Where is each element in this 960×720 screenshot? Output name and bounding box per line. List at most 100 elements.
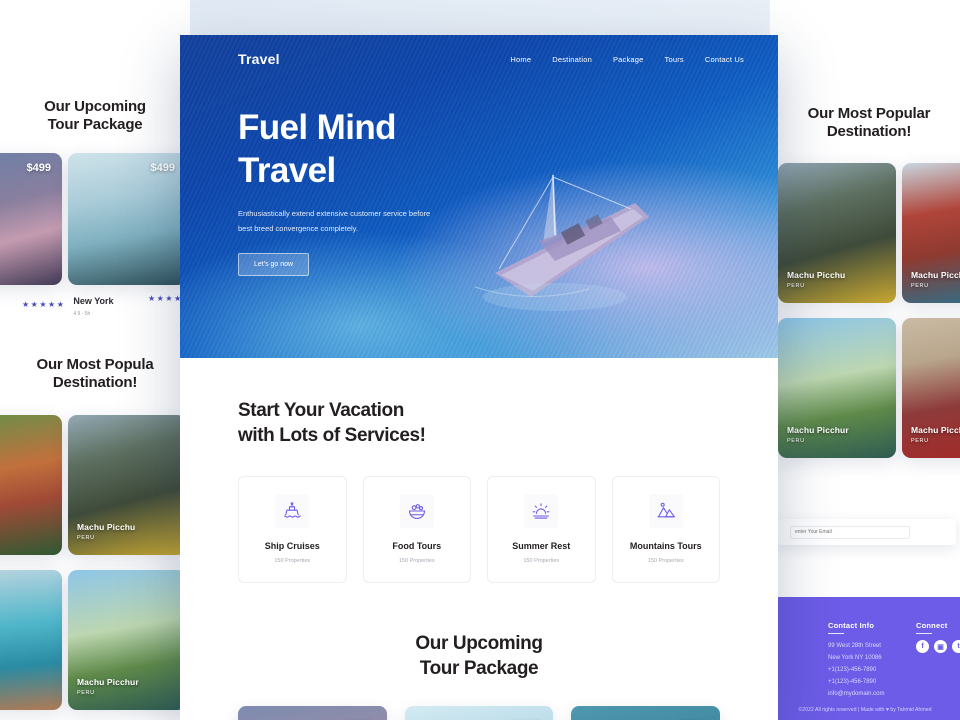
- hero-subtitle-line2: best breed convergence completely.: [238, 224, 358, 234]
- facebook-icon[interactable]: f: [916, 640, 929, 653]
- package-card[interactable]: $499: [238, 706, 387, 720]
- bg-destination-card[interactable]: [0, 570, 62, 710]
- mountains-icon: [648, 494, 683, 529]
- nav-item-package[interactable]: Package: [613, 55, 644, 64]
- navbar: Travel Home Destination Package Tours Co…: [180, 35, 778, 67]
- bg-destination-caption: Machu Picchu PERU: [787, 270, 845, 289]
- service-name: Summer Rest: [512, 541, 571, 552]
- service-card-ship-cruises[interactable]: Ship Cruises 150 Properties: [238, 476, 347, 584]
- sunset-icon: [524, 494, 559, 529]
- hero-subtitle-line1: Enthusiastically extend extensive custom…: [238, 209, 431, 219]
- services-title: Start Your Vacation with Lots of Service…: [238, 398, 720, 448]
- service-name: Food Tours: [392, 541, 442, 552]
- packages-title-line2: Tour Package: [419, 658, 539, 680]
- bg-destination-card[interactable]: Machu Picchur PERU: [778, 318, 896, 458]
- nav-item-home[interactable]: Home: [510, 55, 531, 64]
- hero-cta-button[interactable]: Let's go now: [238, 253, 310, 277]
- service-name: Mountains Tours: [629, 541, 702, 552]
- packages-title-line1: Our Upcoming: [415, 633, 543, 655]
- nav-item-tours[interactable]: Tours: [665, 55, 684, 64]
- bg-destination-title: Machu Picchu: [911, 425, 960, 435]
- footer-connect-column: Connect f ▣ t: [916, 621, 960, 653]
- main-page-mockup: Travel Home Destination Package Tours Co…: [180, 35, 778, 720]
- bg-destination-country: PERU: [787, 283, 805, 289]
- bg-destination-title: Machu Picchu: [787, 270, 846, 280]
- newsletter-box: [778, 519, 956, 545]
- bg-destination-card[interactable]: Machu Picchu PERU: [902, 163, 960, 303]
- footer-email[interactable]: info@mydomain.com: [828, 688, 884, 700]
- instagram-icon[interactable]: ▣: [934, 640, 947, 653]
- service-name: Ship Cruises: [264, 541, 320, 552]
- services-section: Start Your Vacation with Lots of Service…: [180, 358, 778, 584]
- footer-connect-heading: Connect: [916, 621, 960, 634]
- bg-destination-country: PERU: [77, 690, 95, 696]
- nav-item-destination[interactable]: Destination: [552, 55, 592, 64]
- bg-star-rating: ★★★★★: [22, 299, 66, 309]
- footer-address-line-1: 99 West 28th Street: [828, 643, 881, 649]
- footer-phone-2[interactable]: +1(123)-456-7890: [828, 676, 884, 688]
- package-card[interactable]: $499: [404, 706, 554, 720]
- footer-address-line-2: New York NY 10086: [828, 655, 882, 661]
- bg-destination-card[interactable]: [0, 415, 62, 555]
- nav-item-contact-us[interactable]: Contact Us: [705, 55, 744, 64]
- bg-destination-country: PERU: [787, 438, 805, 444]
- service-card-mountains-tours[interactable]: Mountains Tours 150 Properties: [611, 476, 720, 584]
- packages-title: Our Upcoming Tour Package: [238, 631, 720, 681]
- service-properties: 150 Properties: [274, 558, 311, 565]
- hero-title: Fuel Mind Travel: [238, 107, 778, 192]
- bg-destination-caption: Machu Picchur PERU: [77, 677, 139, 696]
- bg-upcoming-title-line1: Our Upcoming: [44, 98, 146, 115]
- footer-contact-heading: Contact Info: [828, 621, 884, 634]
- packages-section: Our Upcoming Tour Package $499 $499: [180, 583, 778, 720]
- package-card[interactable]: $499: [571, 706, 720, 720]
- bg-destination-country: PERU: [911, 283, 929, 289]
- twitter-icon[interactable]: t: [952, 640, 960, 653]
- background-left-panel: Our Upcoming Tour Package $499 $499 ★★★★…: [0, 0, 190, 720]
- service-card-summer-rest[interactable]: Summer Rest 150 Properties: [487, 476, 596, 584]
- bg-package-card[interactable]: $499: [0, 153, 62, 285]
- service-properties: 150 Properties: [647, 558, 684, 565]
- bg-destination-title: Machu Picchu: [911, 270, 960, 280]
- hero-subtitle: Enthusiastically extend extensive custom…: [238, 206, 513, 236]
- footer-copyright: ©2022 All rights reserved | Made with ♥ …: [798, 707, 932, 713]
- bg-destination-card[interactable]: Machu Picchu PERU: [778, 163, 896, 303]
- bg-destination-card[interactable]: Machu Picchur PERU: [68, 570, 186, 710]
- bg-footer: Contact Info 99 West 28th Street New Yor…: [770, 597, 960, 720]
- footer-phone-1[interactable]: +1(123)-456-7890: [828, 664, 884, 676]
- hero-copy: Fuel Mind Travel Enthusiastically extend…: [180, 67, 778, 277]
- hero-title-line1: Fuel Mind: [238, 108, 397, 147]
- bg-rating-text: New York 4.9 · 5h: [73, 291, 113, 317]
- bg-package-price: $499: [26, 162, 51, 174]
- bg-popular-title-line2: Destination!: [826, 123, 912, 141]
- service-properties: 150 Properties: [398, 558, 435, 565]
- newsletter-email-input[interactable]: [790, 525, 910, 539]
- bg-rating-row: ★★★★★ New York 4.9 · 5h: [22, 291, 114, 317]
- packages-grid: $499 $499 $499: [238, 706, 720, 720]
- bg-package-price: $499: [150, 162, 175, 174]
- service-properties: 150 Properties: [523, 558, 560, 565]
- bg-destination-caption: Machu Picchu PERU: [911, 270, 960, 289]
- bg-popular-title: Our Most Popular Destination!: [774, 105, 960, 142]
- services-grid: Ship Cruises 150 Properties Food Tours 1…: [238, 476, 720, 584]
- bg-popular-title-line1: Our Most Popula: [36, 356, 154, 373]
- bg-destination-title: Machu Picchur: [77, 677, 139, 687]
- service-card-food-tours[interactable]: Food Tours 150 Properties: [362, 476, 471, 584]
- bg-destination-country: PERU: [911, 438, 929, 444]
- bg-destination-caption: Machu Picchu PERU: [911, 425, 960, 444]
- background-right-panel: Our Most Popular Destination! Machu Picc…: [770, 0, 960, 720]
- bg-destination-title: Machu Picchur: [787, 425, 849, 435]
- bg-destination-card[interactable]: Machu Picchu PERU: [68, 415, 186, 555]
- bg-destination-card[interactable]: Machu Picchu PERU: [902, 318, 960, 458]
- food-bowl-icon: [399, 494, 434, 529]
- bg-destination-caption: Machu Picchu PERU: [77, 522, 135, 541]
- brand-logo[interactable]: Travel: [238, 51, 280, 67]
- footer-social-row: f ▣ t: [916, 640, 960, 653]
- hero-section: Travel Home Destination Package Tours Co…: [180, 35, 778, 358]
- bg-popular-title: Our Most Popula Destination!: [0, 356, 190, 393]
- bg-package-card[interactable]: $499: [68, 153, 186, 285]
- bg-rating-sub: 4.9 · 5h: [73, 311, 91, 317]
- ship-icon: [275, 494, 310, 529]
- bg-destination-title: Machu Picchu: [77, 522, 136, 532]
- nav-links: Home Destination Package Tours Contact U…: [510, 55, 744, 64]
- bg-rating-name: New York: [73, 296, 114, 306]
